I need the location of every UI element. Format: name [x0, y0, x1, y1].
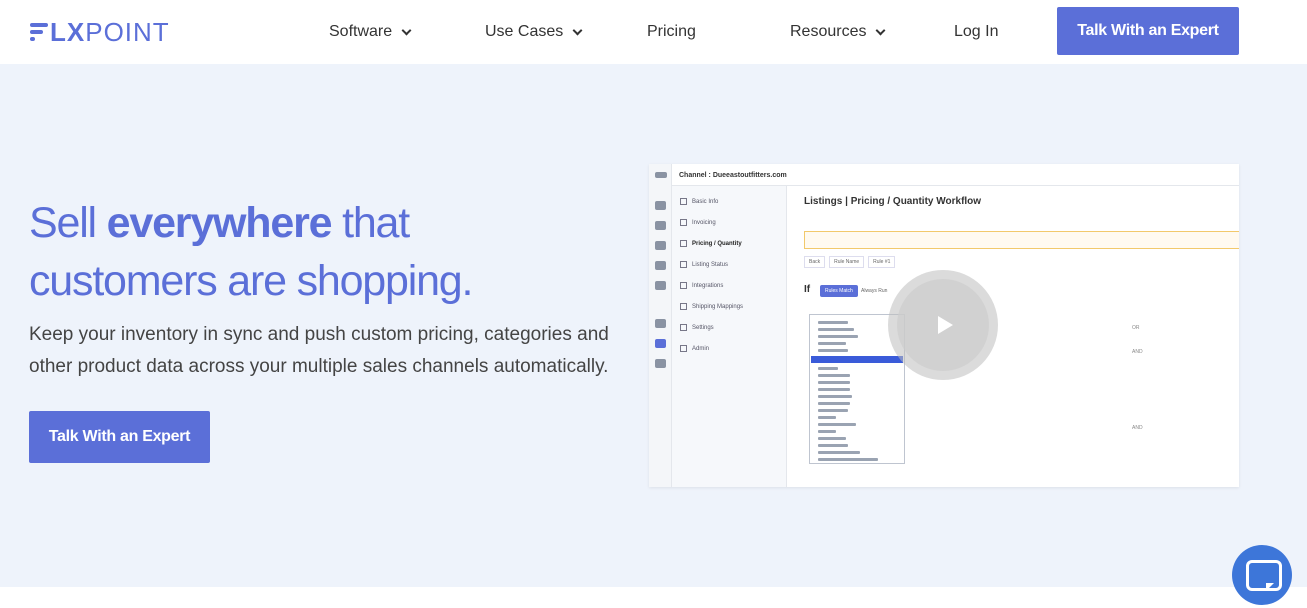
option-line: [818, 388, 850, 391]
option-line: [818, 328, 854, 331]
rule-name-chip: Rule Name: [829, 256, 865, 268]
and-label: AND: [1132, 349, 1143, 355]
channel-header: Channel : Dueeastoutfitters.com: [672, 164, 1239, 186]
sidebar-item: Admin: [680, 345, 709, 352]
sidebar-item: Pricing / Quantity: [680, 240, 742, 247]
copy-icon: [655, 261, 666, 270]
settings-sidebar: Basic Info Invoicing Pricing / Quantity …: [672, 186, 787, 487]
hero-headline: Sell everywhere that customers are shopp…: [29, 199, 473, 305]
option-line: [818, 321, 848, 324]
option-line: [818, 458, 878, 461]
option-line: [818, 409, 848, 412]
option-line: [818, 437, 846, 440]
sidebar-item: Integrations: [680, 282, 723, 289]
workflow-panel: Listings | Pricing / Quantity Workflow B…: [787, 186, 1239, 487]
if-label: If: [804, 284, 811, 295]
back-chip: Back: [804, 256, 826, 268]
chevron-down-icon: [572, 25, 583, 35]
option-line: [818, 423, 856, 426]
chevron-down-icon: [401, 25, 412, 35]
chart-icon: [655, 359, 666, 368]
tag-icon: [655, 221, 666, 230]
nav-use-cases[interactable]: Use Cases: [485, 20, 583, 44]
nav-software[interactable]: Software: [329, 20, 412, 44]
rules-match-pill: Rules Match: [820, 285, 858, 297]
or-label: OR: [1132, 325, 1140, 331]
site-header: LX POINT Software Use Cases Pricing Resou…: [0, 0, 1307, 64]
nav-login[interactable]: Log In: [954, 20, 998, 44]
workflow-note: [804, 221, 805, 227]
sidebar-item: Basic Info: [680, 198, 718, 205]
nav-pricing[interactable]: Pricing: [647, 20, 696, 44]
app-logo-icon: [655, 172, 667, 178]
option-line: [818, 416, 836, 419]
option-line: [818, 381, 850, 384]
option-line: [818, 342, 846, 345]
hero-section: Sell everywhere that customers are shopp…: [0, 64, 1307, 587]
workflow-title: Listings | Pricing / Quantity Workflow: [804, 196, 982, 207]
document-icon: [655, 319, 666, 328]
logo-mark-icon: [30, 22, 48, 42]
option-line: [818, 349, 848, 352]
app-icon-rail: [649, 164, 672, 487]
rule-row: Back Rule Name Rule #1: [804, 256, 899, 268]
option-line: [818, 335, 858, 338]
inbox-icon: [655, 241, 666, 250]
warning-banner: [804, 231, 1239, 249]
option-line: [818, 367, 838, 370]
chat-bubble-icon[interactable]: [1232, 545, 1292, 605]
option-line: [818, 430, 836, 433]
option-line: [818, 374, 850, 377]
rule-value-chip: Rule #1: [868, 256, 896, 268]
option-line: [818, 402, 850, 405]
sidebar-item: Shipping Mappings: [680, 303, 743, 310]
cart-icon: [655, 339, 666, 348]
hero-subcopy: Keep your inventory in sync and push cus…: [29, 324, 609, 377]
talk-with-expert-button-hero[interactable]: Talk With an Expert: [29, 411, 210, 463]
selected-option: [811, 356, 903, 363]
nav-resources[interactable]: Resources: [790, 20, 886, 44]
option-line: [818, 395, 852, 398]
sidebar-item: Listing Status: [680, 261, 728, 268]
play-icon[interactable]: [888, 270, 998, 380]
flxpoint-logo[interactable]: LX POINT: [30, 17, 170, 47]
chevron-down-icon: [876, 25, 886, 35]
next-section: [0, 587, 1307, 608]
option-line: [818, 444, 848, 447]
and-label: AND: [1132, 425, 1143, 431]
home-icon: [655, 201, 666, 210]
option-line: [818, 451, 860, 454]
sidebar-item: Settings: [680, 324, 714, 331]
always-run-label: Always Run: [861, 288, 888, 294]
sidebar-item: Invoicing: [680, 219, 716, 226]
users-icon: [655, 281, 666, 290]
talk-with-expert-button-header[interactable]: Talk With an Expert: [1057, 7, 1239, 55]
